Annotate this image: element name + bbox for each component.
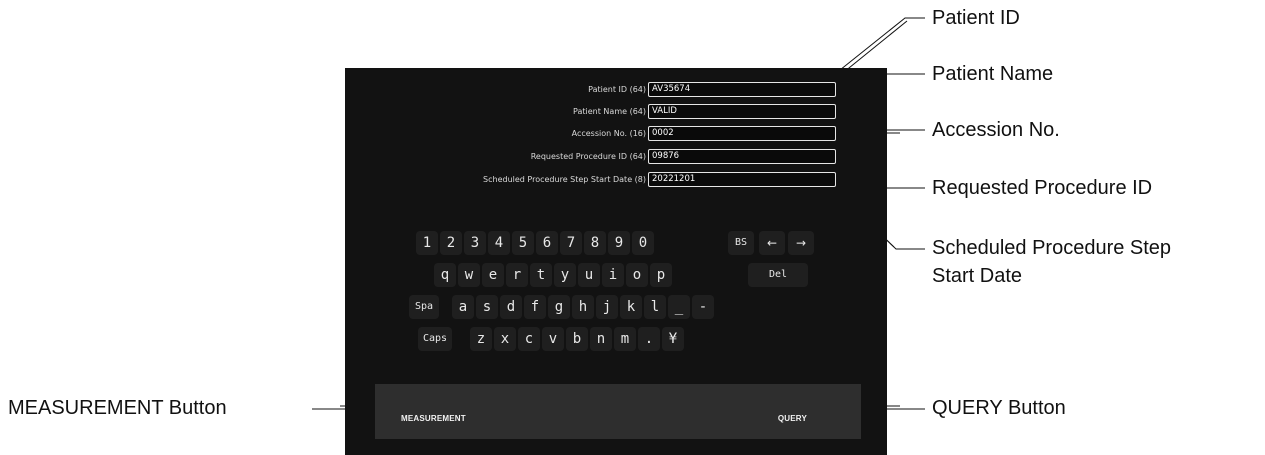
key-b[interactable]: b	[566, 327, 588, 351]
callout-query-button: QUERY Button	[932, 397, 1066, 419]
key-8[interactable]: 8	[584, 231, 606, 255]
key-p[interactable]: p	[650, 263, 672, 287]
space-key[interactable]: Spa	[409, 295, 439, 319]
key-u[interactable]: u	[578, 263, 600, 287]
key-l[interactable]: l	[644, 295, 666, 319]
caps-key[interactable]: Caps	[418, 327, 452, 351]
key-e[interactable]: e	[482, 263, 504, 287]
key-n[interactable]: n	[590, 327, 612, 351]
patient-id-label: Patient ID (64)	[588, 85, 646, 94]
key-j[interactable]: j	[596, 295, 618, 319]
scheduled-start-date-label: Scheduled Procedure Step Start Date (8)	[483, 175, 646, 184]
form-row-accession-no: Accession No. (16) 0002	[345, 126, 887, 142]
key-f[interactable]: f	[524, 295, 546, 319]
key-o[interactable]: o	[626, 263, 648, 287]
callout-requested-procedure-id: Requested Procedure ID	[932, 177, 1153, 199]
requested-procedure-id-label: Requested Procedure ID (64)	[530, 152, 646, 161]
delete-key[interactable]: Del	[748, 263, 808, 287]
key-3[interactable]: 3	[464, 231, 486, 255]
key-9[interactable]: 9	[608, 231, 630, 255]
callout-measurement-button: MEASUREMENT Button	[8, 397, 227, 419]
form-row-patient-name: Patient Name (64) VALID	[345, 104, 887, 120]
patient-name-label: Patient Name (64)	[573, 107, 646, 116]
backspace-key[interactable]: BS	[728, 231, 754, 255]
patient-id-input[interactable]: AV35674	[648, 82, 836, 97]
key-c[interactable]: c	[518, 327, 540, 351]
key-2[interactable]: 2	[440, 231, 462, 255]
key-hyphen[interactable]: -	[692, 295, 714, 319]
key-t[interactable]: t	[530, 263, 552, 287]
key-y[interactable]: y	[554, 263, 576, 287]
key-4[interactable]: 4	[488, 231, 510, 255]
key-k[interactable]: k	[620, 295, 642, 319]
key-v[interactable]: v	[542, 327, 564, 351]
key-yen[interactable]: ¥	[662, 327, 684, 351]
key-q[interactable]: q	[434, 263, 456, 287]
key-a[interactable]: a	[452, 295, 474, 319]
key-1[interactable]: 1	[416, 231, 438, 255]
key-h[interactable]: h	[572, 295, 594, 319]
right-arrow-key[interactable]: →	[788, 231, 814, 255]
key-z[interactable]: z	[470, 327, 492, 351]
bottom-bar: MEASUREMENT QUERY	[375, 384, 861, 439]
scheduled-start-date-input[interactable]: 20221201	[648, 172, 836, 187]
key-w[interactable]: w	[458, 263, 480, 287]
form-row-patient-id: Patient ID (64) AV35674	[345, 82, 887, 98]
patient-name-input[interactable]: VALID	[648, 104, 836, 119]
callout-scheduled-start-date-line1: Scheduled Procedure Step	[932, 237, 1172, 259]
form-row-scheduled-start-date: Scheduled Procedure Step Start Date (8) …	[345, 172, 887, 188]
key-g[interactable]: g	[548, 295, 570, 319]
accession-no-label: Accession No. (16)	[571, 129, 646, 138]
key-6[interactable]: 6	[536, 231, 558, 255]
key-x[interactable]: x	[494, 327, 516, 351]
key-7[interactable]: 7	[560, 231, 582, 255]
measurement-button[interactable]: MEASUREMENT	[401, 414, 466, 423]
key-i[interactable]: i	[602, 263, 624, 287]
callout-accession-no: Accession No.	[932, 119, 1060, 141]
key-r[interactable]: r	[506, 263, 528, 287]
accession-no-input[interactable]: 0002	[648, 126, 836, 141]
key-m[interactable]: m	[614, 327, 636, 351]
key-d[interactable]: d	[500, 295, 522, 319]
key-underscore[interactable]: _	[668, 295, 690, 319]
key-0[interactable]: 0	[632, 231, 654, 255]
requested-procedure-id-input[interactable]: 09876	[648, 149, 836, 164]
key-5[interactable]: 5	[512, 231, 534, 255]
form-row-requested-procedure-id: Requested Procedure ID (64) 09876	[345, 149, 887, 165]
left-arrow-key[interactable]: ←	[759, 231, 785, 255]
key-period[interactable]: .	[638, 327, 660, 351]
key-s[interactable]: s	[476, 295, 498, 319]
query-button[interactable]: QUERY	[778, 414, 807, 423]
device-screen: Patient ID (64) AV35674 Patient Name (64…	[345, 68, 887, 455]
callout-patient-name: Patient Name	[932, 63, 1054, 85]
callout-scheduled-start-date-line2: Start Date	[932, 265, 1023, 287]
callout-patient-id: Patient ID	[932, 7, 1020, 29]
